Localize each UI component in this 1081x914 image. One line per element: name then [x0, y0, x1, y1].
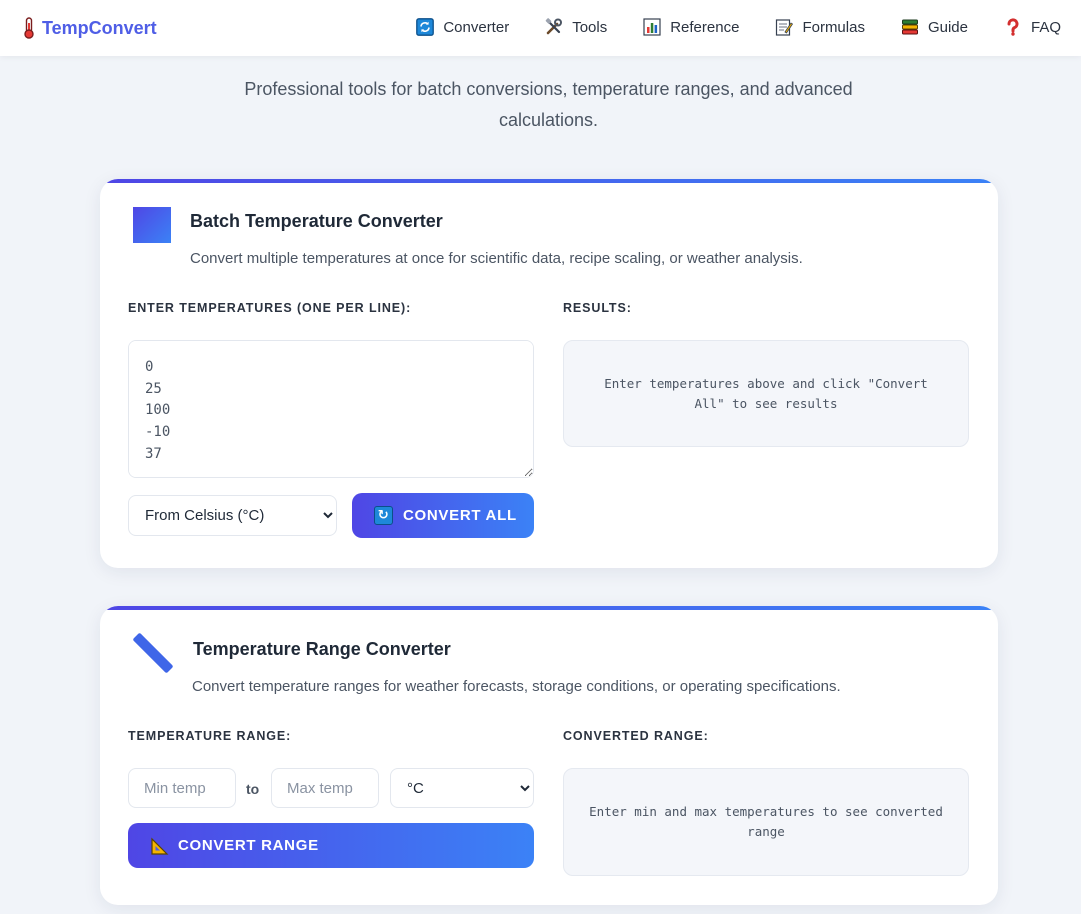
page-subtitle: Professional tools for batch conversions… [244, 79, 853, 130]
nav-item-tools[interactable]: Tools [545, 18, 607, 36]
nav-item-label: Formulas [802, 18, 865, 36]
batch-converter-card: Batch Temperature Converter Convert mult… [100, 179, 998, 568]
range-results-placeholder: Enter min and max temperatures to see co… [589, 804, 943, 839]
convert-range-label: CONVERT RANGE [178, 837, 319, 854]
nav-item-label: Guide [927, 18, 968, 36]
range-results-box: Enter min and max temperatures to see co… [563, 768, 969, 876]
convert-range-button[interactable]: CONVERT RANGE [128, 823, 534, 868]
bar-chart-icon [643, 18, 661, 36]
batch-results-label: RESULTS: [563, 301, 632, 315]
nav-item-guide[interactable]: Guide [901, 18, 968, 36]
range-unit-select[interactable]: °C [390, 768, 534, 808]
nav-item-formulas[interactable]: Formulas [775, 18, 865, 36]
converted-range-label: CONVERTED RANGE: [563, 729, 709, 743]
range-converter-card: Temperature Range Converter Convert temp… [100, 606, 998, 905]
convert-all-label: CONVERT ALL [403, 507, 517, 524]
batch-converter-icon [133, 207, 171, 243]
question-icon [1004, 18, 1022, 36]
range-to-label: to [246, 781, 260, 797]
nav-item-reference[interactable]: Reference [643, 18, 739, 36]
nav-item-faq[interactable]: FAQ [1004, 18, 1061, 36]
brand-logo[interactable]: TempConvert [22, 17, 157, 39]
batch-results-placeholder: Enter temperatures above and click "Conv… [604, 375, 928, 411]
nav-links: Converter Tools Reference Formulas Guide [416, 18, 1061, 36]
triangle-ruler-icon [150, 836, 170, 856]
max-temp-input[interactable] [271, 768, 379, 808]
batch-results-box: Enter temperatures above and click "Conv… [563, 340, 969, 447]
range-input-label: TEMPERATURE RANGE: [128, 729, 292, 743]
brand-name: TempConvert [42, 17, 157, 38]
batch-description: Convert multiple temperatures at once fo… [190, 250, 803, 267]
nav-item-converter[interactable]: Converter [416, 18, 509, 36]
memo-icon [775, 18, 794, 36]
thermometer-icon [22, 17, 36, 39]
tools-icon [545, 18, 563, 36]
nav-item-label: FAQ [1030, 18, 1061, 36]
convert-all-button[interactable]: ↻ CONVERT ALL [352, 493, 534, 538]
range-description: Convert temperature ranges for weather f… [192, 678, 841, 695]
min-temp-input[interactable] [128, 768, 236, 808]
batch-temperatures-input[interactable]: 0 25 100 -10 37 [128, 340, 534, 478]
refresh-icon [416, 18, 435, 36]
range-title: Temperature Range Converter [193, 639, 451, 659]
books-icon [901, 18, 919, 36]
nav-item-label: Reference [670, 18, 740, 36]
top-nav: TempConvert Converter Tools Reference Fo… [0, 0, 1081, 56]
batch-input-label: ENTER TEMPERATURES (ONE PER LINE): [128, 301, 412, 315]
batch-unit-select[interactable]: From Celsius (°C) [128, 495, 337, 536]
refresh-icon: ↻ [374, 506, 393, 525]
batch-title: Batch Temperature Converter [190, 211, 443, 231]
nav-item-label: Tools [572, 18, 608, 36]
nav-item-label: Converter [443, 18, 510, 36]
ruler-icon [132, 632, 174, 674]
